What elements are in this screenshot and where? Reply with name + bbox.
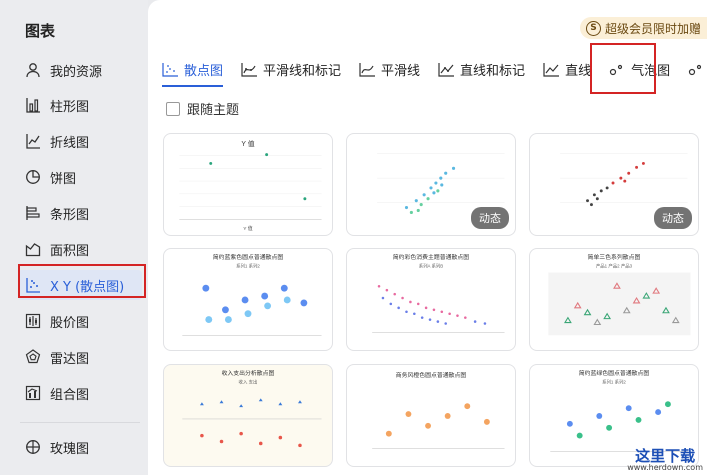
area-chart-icon	[24, 240, 42, 258]
sidebar-item-label: 饼图	[50, 171, 77, 187]
straight-marker-icon	[438, 62, 455, 77]
sidebar-item-label: 玫瑰图	[50, 441, 90, 457]
follow-theme-option[interactable]: 跟随主题	[166, 99, 239, 118]
follow-theme-label: 跟随主题	[187, 103, 240, 118]
highlight-bubble-tab	[590, 43, 656, 94]
sidebar-item-radar[interactable]: 雷达图	[18, 342, 142, 372]
sidebar-item-stock[interactable]: 股价图	[18, 306, 142, 336]
template-legend: 系列1 系列2	[236, 263, 260, 270]
tab-label: 直线和标记	[460, 63, 526, 79]
vip-promo-text: 超级会员限时加赠	[604, 21, 701, 36]
vip-promo-banner[interactable]: S 超级会员限时加赠	[579, 17, 707, 39]
sidebar-item-bar[interactable]: 条形图	[18, 198, 142, 228]
sidebar-item-label: 我的资源	[50, 64, 103, 80]
template-card[interactable]: 简单三色系列散点图 产品1 产品2 产品3	[529, 248, 699, 351]
template-card[interactable]: 动态	[346, 133, 516, 236]
sidebar-item-pie[interactable]: 饼图	[18, 162, 142, 192]
stock-chart-icon	[24, 312, 42, 330]
template-card[interactable]: Y 值 Y 值	[163, 133, 333, 236]
sidebar-item-label: 折线图	[50, 135, 90, 151]
tab-smooth-marker[interactable]: 平滑线和标记	[241, 58, 341, 80]
template-card[interactable]: 动态	[529, 133, 699, 236]
template-title: 简约蓝紫色圆点普通散点图	[213, 253, 284, 261]
sidebar-item-combo[interactable]: 组合图	[18, 378, 142, 408]
template-preview: 收入支出分析散点图 收入 支出	[182, 369, 322, 448]
tab-label: 平滑线	[381, 63, 421, 79]
smooth-marker-icon	[241, 62, 258, 77]
sidebar-item-label: 股价图	[50, 315, 90, 331]
template-preview: 简约蓝紫色圆点普通散点图 系列1 系列2	[182, 253, 322, 336]
sidebar-item-rose[interactable]: 玫瑰图	[18, 432, 142, 462]
template-card[interactable]: 简约蓝紫色圆点普通散点图 系列1 系列2	[163, 248, 333, 351]
tab-straight-line[interactable]: 直线	[543, 58, 591, 80]
template-title: 简单三色系列散点图	[588, 253, 641, 261]
template-title: 商务风橙色圆点普通散点图	[396, 371, 467, 379]
smooth-line-icon	[359, 62, 376, 77]
template-title: 收入支出分析散点图	[222, 369, 275, 377]
sidebar-title: 图表	[25, 22, 56, 40]
template-preview: 商务风橙色圆点普通散点图	[372, 371, 505, 449]
template-legend: Y 值	[243, 225, 253, 232]
radar-chart-icon	[24, 348, 42, 366]
sidebar-item-line[interactable]: 折线图	[18, 126, 142, 156]
dynamic-badge: 动态	[471, 207, 509, 229]
template-card[interactable]: 商务风橙色圆点普通散点图	[346, 364, 516, 467]
tab-label: 散点图	[184, 63, 224, 79]
sidebar-item-column[interactable]: 柱形图	[18, 90, 142, 120]
template-legend: 收入 支出	[239, 379, 258, 386]
sidebar-item-label: 雷达图	[50, 351, 90, 367]
pie-chart-icon	[24, 168, 42, 186]
tab-label: 平滑线和标记	[263, 63, 342, 79]
tab-scatter[interactable]: 散点图	[162, 58, 224, 87]
combo-chart-icon	[24, 384, 42, 402]
template-title: 简约蓝绿色圆点普通散点图	[579, 369, 650, 377]
template-preview: 简约彩色消费主题普通散点图 系列A 系列B	[372, 253, 505, 333]
hbar-chart-icon	[24, 204, 42, 222]
highlight-scatter-category	[18, 264, 146, 298]
coin-icon: S	[585, 20, 601, 36]
sidebar: 图表 我的资源 柱形图 折线图 饼图 条形图 面积图 X Y (散点图) 股价图…	[0, 0, 148, 475]
template-title: 简约彩色消费主题普通散点图	[393, 253, 470, 261]
template-title: Y 值	[241, 139, 254, 148]
sidebar-item-label: 面积图	[50, 243, 90, 259]
template-legend: 产品1 产品2 产品3	[596, 263, 633, 270]
follow-theme-checkbox[interactable]	[166, 101, 180, 116]
scatter-icon	[162, 62, 178, 77]
line-chart-icon	[24, 132, 42, 150]
watermark-sub: www.herdown.com	[627, 463, 703, 473]
sidebar-item-label: 柱形图	[50, 99, 90, 115]
template-preview: Y 值 Y 值	[179, 139, 322, 232]
bar-chart-icon	[24, 96, 42, 114]
straight-line-icon	[543, 62, 560, 77]
tab-straight-marker[interactable]: 直线和标记	[438, 58, 525, 80]
template-legend: 系列1 系列2	[602, 379, 626, 386]
sidebar-item-label: 组合图	[50, 387, 90, 403]
user-icon	[24, 61, 42, 79]
template-legend: 系列A 系列B	[419, 263, 444, 270]
sidebar-item-my-resources[interactable]: 我的资源	[18, 55, 142, 85]
site-watermark: 这里下载 www.herdown.com	[627, 446, 703, 473]
template-card[interactable]: 收入支出分析散点图 收入 支出	[163, 364, 333, 467]
template-card[interactable]: 简约彩色消费主题普通散点图 系列A 系列B	[346, 248, 516, 351]
bubble-3d-icon	[688, 64, 702, 75]
tab-smooth-line[interactable]: 平滑线	[359, 58, 420, 80]
sidebar-divider	[20, 422, 140, 423]
dynamic-badge: 动态	[654, 207, 692, 229]
tab-bubble-3d[interactable]: 三维	[688, 58, 707, 80]
sidebar-item-label: 条形图	[50, 207, 90, 223]
template-preview: 简单三色系列散点图 产品1 产品2 产品3	[548, 253, 691, 336]
sidebar-item-area[interactable]: 面积图	[18, 234, 142, 264]
watermark-text: 这里下载	[635, 446, 696, 465]
rose-chart-icon	[24, 438, 42, 456]
tab-label: 直线	[565, 63, 592, 79]
